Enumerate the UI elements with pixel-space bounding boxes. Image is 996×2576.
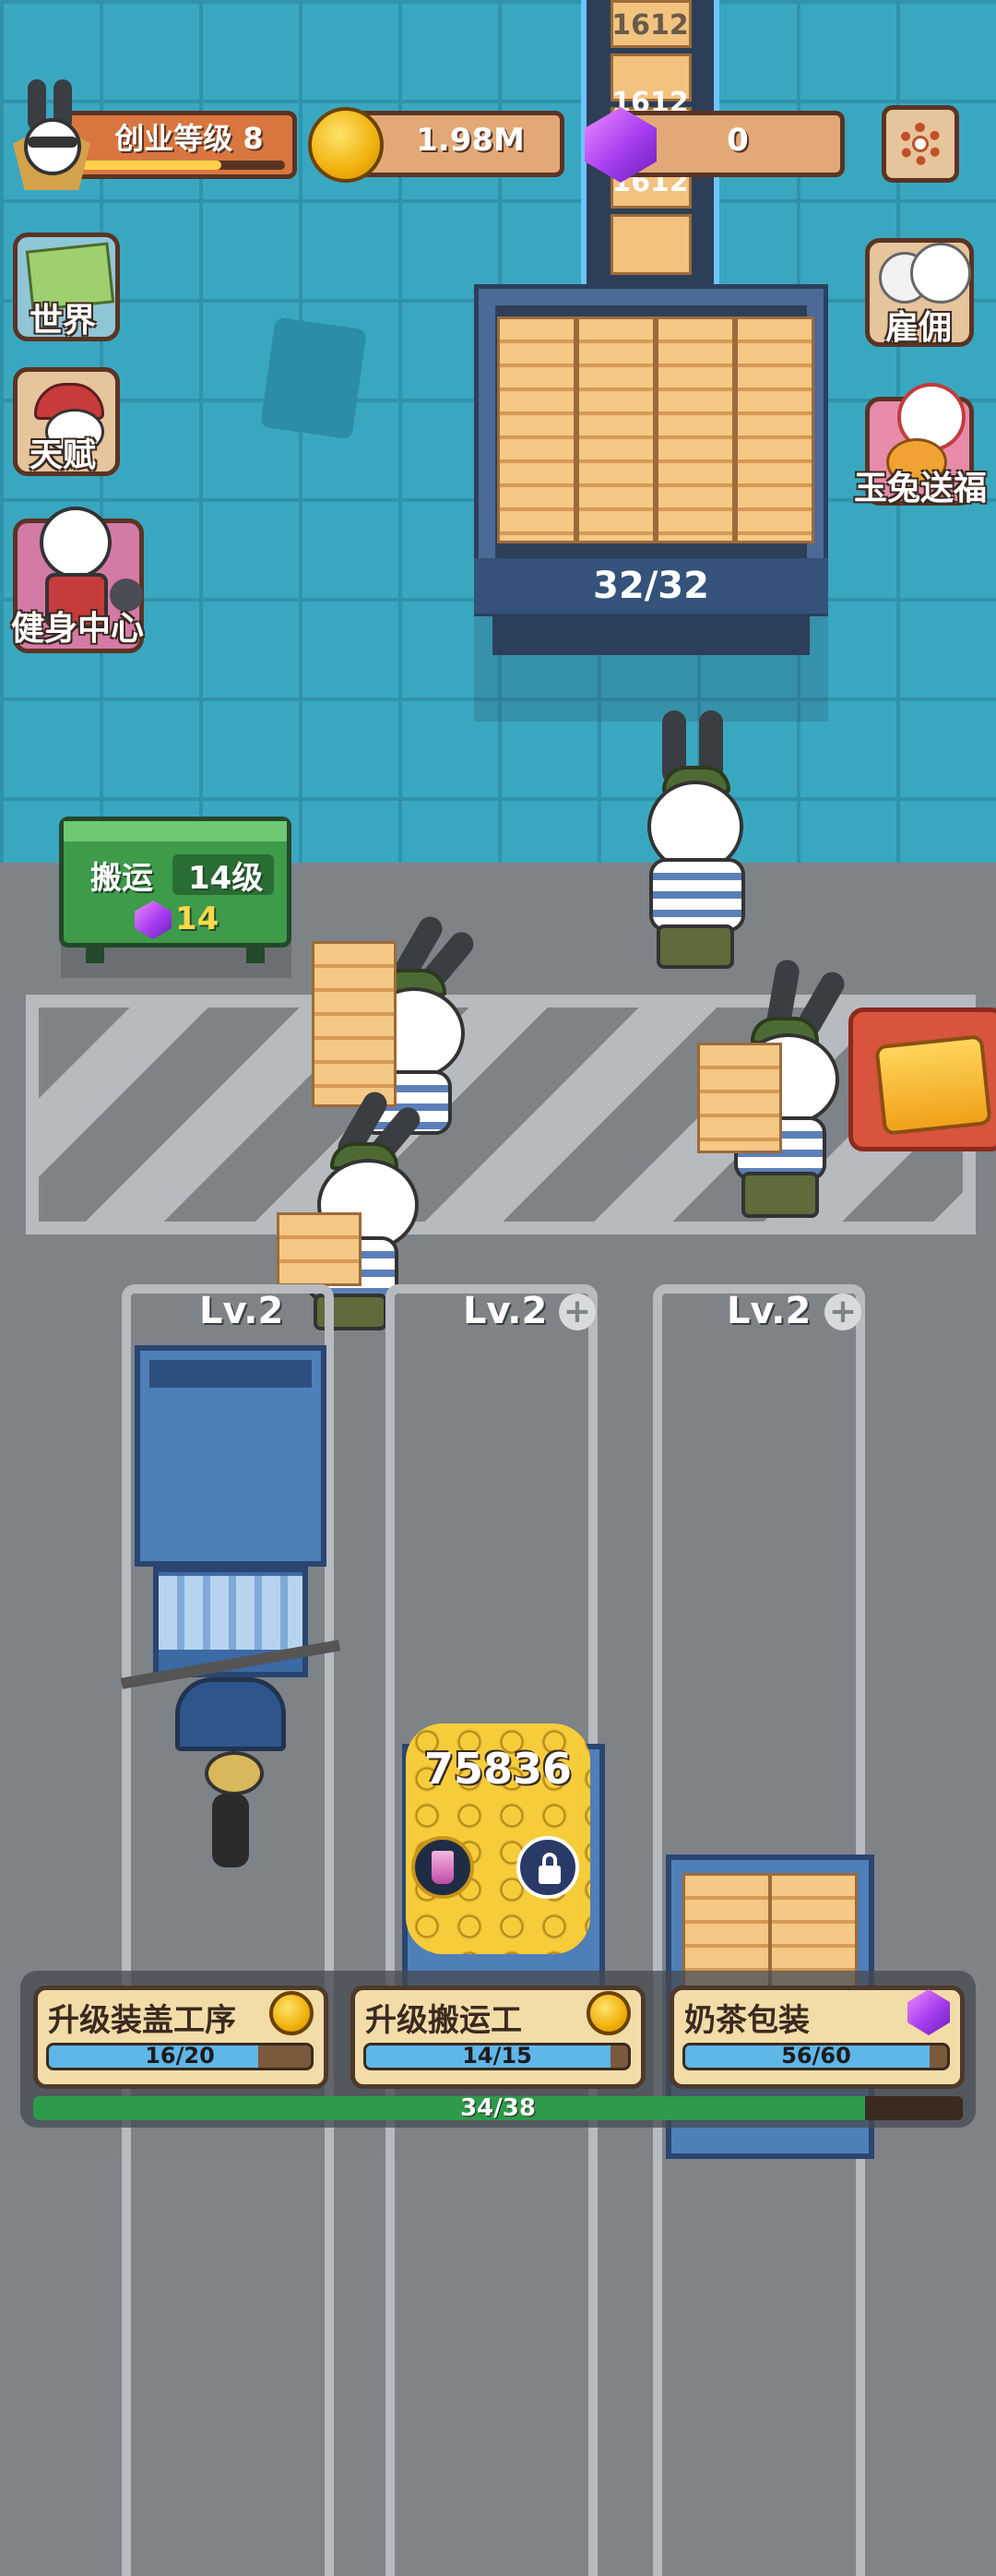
carry-station-title: 搬运	[90, 860, 153, 897]
coin-icon	[587, 1991, 631, 2035]
gem-amount: 0	[727, 122, 749, 159]
worker-bunny[interactable]	[627, 710, 775, 978]
add-icon[interactable]: +	[824, 1294, 861, 1330]
settings-button[interactable]	[882, 105, 959, 183]
lane-level: Lv.2	[727, 1290, 812, 1332]
level-label: 创业等级 8	[114, 121, 264, 156]
player-avatar[interactable]	[7, 79, 94, 190]
upgrade-title: 升级装盖工序	[48, 2002, 236, 2039]
carry-station-level: 14级	[188, 860, 264, 897]
storage-base	[492, 614, 810, 655]
overall-progress-text: 34/38	[460, 2094, 536, 2122]
talent-label: 天赋	[30, 436, 97, 474]
conveyor-label: 1612	[611, 9, 689, 42]
treasure-chest-button[interactable]	[848, 1008, 996, 1151]
upgrade-progress-text: 14/15	[462, 2043, 532, 2069]
carry-station-cost: 14	[175, 900, 219, 937]
milk-tea-badge[interactable]	[411, 1836, 474, 1899]
floor-stain	[260, 316, 367, 440]
storage-count: 32/32	[474, 558, 828, 614]
upgrade-progress-text: 56/60	[781, 2043, 851, 2069]
upgrade-progress-text: 16/20	[145, 2043, 215, 2069]
add-icon[interactable]: +	[559, 1294, 596, 1330]
gym-label: 健身中心	[11, 610, 145, 648]
lane-level: Lv.2	[199, 1290, 284, 1332]
coin-amount: 1.98M	[416, 122, 525, 159]
coin-icon	[269, 1991, 314, 2035]
upgrade-title: 奶茶包装	[684, 2002, 810, 2039]
lane-level: Lv.2	[463, 1290, 548, 1332]
golden-chest-icon	[874, 1034, 992, 1136]
coin-pile-amount: 75836	[423, 1744, 573, 1794]
worker-bunny-carrying[interactable]	[682, 958, 867, 1227]
world-label: 世界	[30, 302, 97, 340]
rabbit-gift-label: 玉兔送福	[854, 470, 988, 507]
lock-button[interactable]	[516, 1836, 579, 1899]
conveyor-box	[611, 214, 692, 275]
hire-label: 雇佣	[885, 309, 953, 347]
bunny-dumbbell-icon	[40, 507, 112, 578]
delivery-truck[interactable]	[120, 1345, 341, 1871]
coin-icon	[308, 107, 384, 183]
milk-tea-icon	[432, 1851, 454, 1884]
upgrade-title: 升级搬运工	[365, 2002, 522, 2039]
